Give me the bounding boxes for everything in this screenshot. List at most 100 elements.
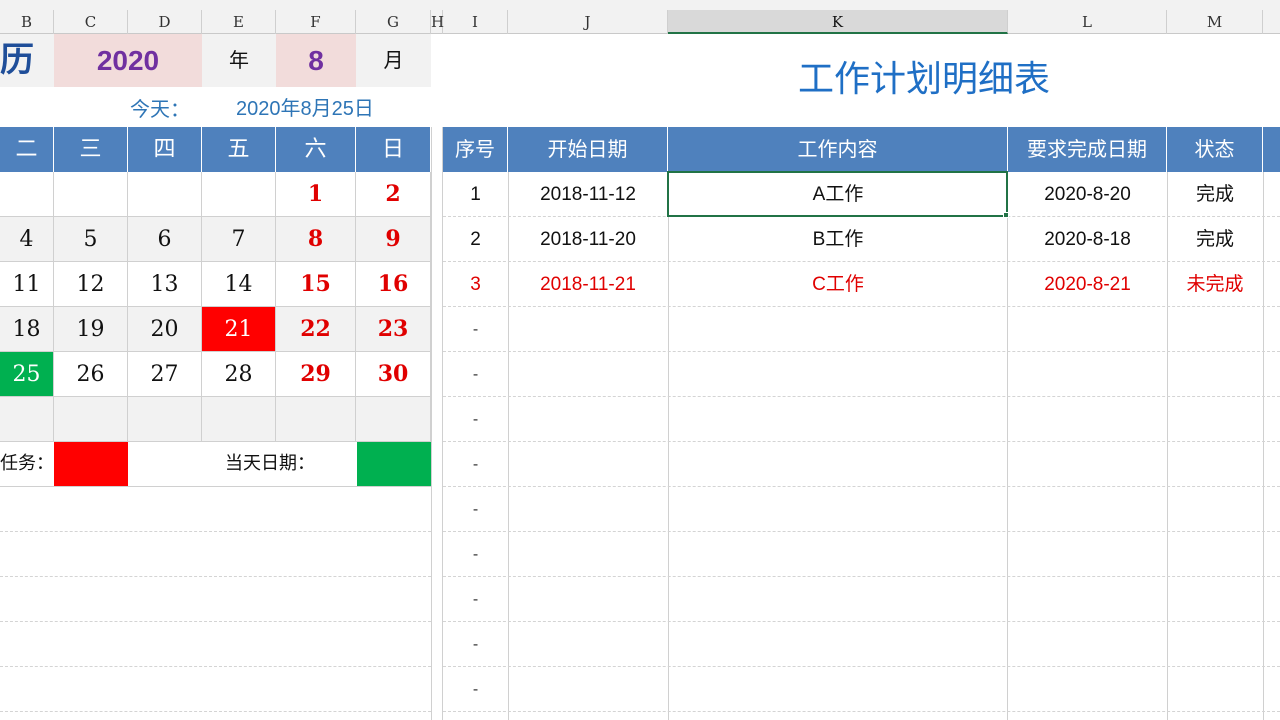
column-header-b[interactable]: B — [0, 10, 54, 34]
calendar-day[interactable]: 14 — [202, 262, 276, 307]
calendar-day[interactable]: 26 — [54, 352, 128, 397]
fill-handle[interactable] — [1003, 212, 1009, 218]
table-cell-due[interactable]: 2020-8-21 — [1008, 262, 1167, 307]
active-cell-selection[interactable] — [667, 171, 1008, 217]
column-header-g[interactable]: G — [356, 10, 431, 34]
table-row-line — [443, 531, 1280, 532]
calendar-day[interactable]: 27 — [128, 352, 202, 397]
calendar-day[interactable]: 20 — [128, 307, 202, 352]
table-row-line — [443, 576, 1280, 577]
calendar-day[interactable]: 12 — [54, 262, 128, 307]
calendar-day[interactable]: 8 — [276, 217, 356, 262]
column-header-d[interactable]: D — [128, 10, 202, 34]
column-header-j[interactable]: J — [508, 10, 668, 34]
calendar-day[interactable]: 19 — [54, 307, 128, 352]
calendar-day[interactable]: 9 — [356, 217, 431, 262]
table-cell-seq-empty[interactable]: - — [443, 442, 508, 487]
column-header-e[interactable]: E — [202, 10, 276, 34]
weekday-tue: 二 — [0, 127, 54, 172]
column-header-i[interactable]: I — [443, 10, 508, 34]
header-due-date[interactable]: 要求完成日期 — [1008, 127, 1167, 172]
table-cell-seq[interactable]: 3 — [443, 262, 508, 307]
calendar-day[interactable] — [202, 172, 276, 217]
header-content[interactable]: 工作内容 — [668, 127, 1008, 172]
table-cell-seq-empty[interactable]: - — [443, 307, 508, 352]
table-row-line — [443, 441, 1280, 442]
column-header-m[interactable]: M — [1167, 10, 1263, 34]
header-status[interactable]: 状态 — [1167, 127, 1263, 172]
column-header-h[interactable]: H — [431, 10, 444, 34]
table-cell-status[interactable]: 完成 — [1167, 217, 1263, 262]
weekday-wed: 三 — [54, 127, 128, 172]
table-cell-seq-empty[interactable]: - — [443, 397, 508, 442]
table-row-line — [443, 711, 1280, 712]
header-seq[interactable]: 序号 — [443, 127, 508, 172]
calendar-day[interactable]: 28 — [202, 352, 276, 397]
table-cell-status[interactable]: 完成 — [1167, 172, 1263, 217]
table-cell-content[interactable]: C工作 — [668, 262, 1008, 307]
table-cell-seq-empty[interactable]: - — [443, 577, 508, 622]
table-cell-seq-empty[interactable]: - — [443, 622, 508, 667]
calendar-day[interactable] — [0, 172, 54, 217]
table-cell-start[interactable]: 2018-11-12 — [508, 172, 668, 217]
table-cell-due[interactable]: 2020-8-18 — [1008, 217, 1167, 262]
column-header-l[interactable]: L — [1008, 10, 1167, 34]
table-column-line — [1263, 172, 1264, 720]
calendar-day[interactable]: 15 — [276, 262, 356, 307]
table-cell-seq-empty[interactable]: - — [443, 487, 508, 532]
column-header-k[interactable]: K — [668, 10, 1008, 34]
weekday-fri: 五 — [202, 127, 276, 172]
legend-divider — [0, 486, 431, 487]
table-cell-seq[interactable]: 1 — [443, 172, 508, 217]
calendar-day[interactable]: 22 — [276, 307, 356, 352]
column-header-c[interactable]: C — [54, 10, 128, 34]
calendar-day[interactable]: 4 — [0, 217, 54, 262]
calendar-day[interactable]: 23 — [356, 307, 431, 352]
column-header-bar: B C D E F G H I J K L M — [0, 0, 1280, 34]
task-legend-label: 任务： — [0, 453, 54, 474]
calendar-day[interactable] — [356, 397, 431, 442]
calendar-day[interactable] — [128, 397, 202, 442]
calendar-day[interactable]: 30 — [356, 352, 431, 397]
table-row-line — [443, 396, 1280, 397]
task-color-swatch — [54, 442, 128, 486]
calendar-day[interactable] — [0, 397, 54, 442]
table-row-line — [443, 486, 1280, 487]
calendar-day[interactable] — [128, 172, 202, 217]
calendar-day[interactable]: 1 — [276, 172, 356, 217]
calendar-day[interactable]: 16 — [356, 262, 431, 307]
table-cell-content[interactable]: B工作 — [668, 217, 1008, 262]
calendar-title: 历 — [0, 34, 54, 87]
column-header-f[interactable]: F — [276, 10, 356, 34]
table-cell-seq[interactable]: 2 — [443, 217, 508, 262]
month-unit-label: 月 — [356, 34, 431, 87]
table-cell-status[interactable]: 未完成 — [1167, 262, 1263, 307]
table-cell-seq-empty[interactable]: - — [443, 352, 508, 397]
calendar-day[interactable]: 7 — [202, 217, 276, 262]
table-cell-seq-empty[interactable]: - — [443, 532, 508, 577]
column-header-n[interactable] — [1263, 10, 1280, 34]
calendar-day-today-highlight[interactable]: 25 — [0, 352, 54, 397]
calendar-day-task-highlight[interactable]: 21 — [202, 307, 276, 352]
calendar-day[interactable] — [276, 397, 356, 442]
table-cell-due[interactable]: 2020-8-20 — [1008, 172, 1167, 217]
calendar-day[interactable]: 18 — [0, 307, 54, 352]
calendar-day[interactable] — [54, 397, 128, 442]
calendar-day[interactable] — [202, 397, 276, 442]
calendar-day[interactable]: 6 — [128, 217, 202, 262]
header-start-date[interactable]: 开始日期 — [508, 127, 668, 172]
grid-line — [0, 531, 431, 532]
table-cell-seq-empty[interactable]: - — [443, 667, 508, 712]
calendar-day[interactable] — [54, 172, 128, 217]
calendar-day[interactable]: 11 — [0, 262, 54, 307]
year-unit-label: 年 — [202, 34, 276, 87]
calendar-day[interactable]: 2 — [356, 172, 431, 217]
calendar-day[interactable]: 29 — [276, 352, 356, 397]
table-cell-start[interactable]: 2018-11-20 — [508, 217, 668, 262]
month-input-cell[interactable]: 8 — [276, 34, 356, 87]
weekday-sat: 六 — [276, 127, 356, 172]
calendar-day[interactable]: 13 — [128, 262, 202, 307]
calendar-day[interactable]: 5 — [54, 217, 128, 262]
table-cell-start[interactable]: 2018-11-21 — [508, 262, 668, 307]
year-input-cell[interactable]: 2020 — [54, 34, 202, 87]
